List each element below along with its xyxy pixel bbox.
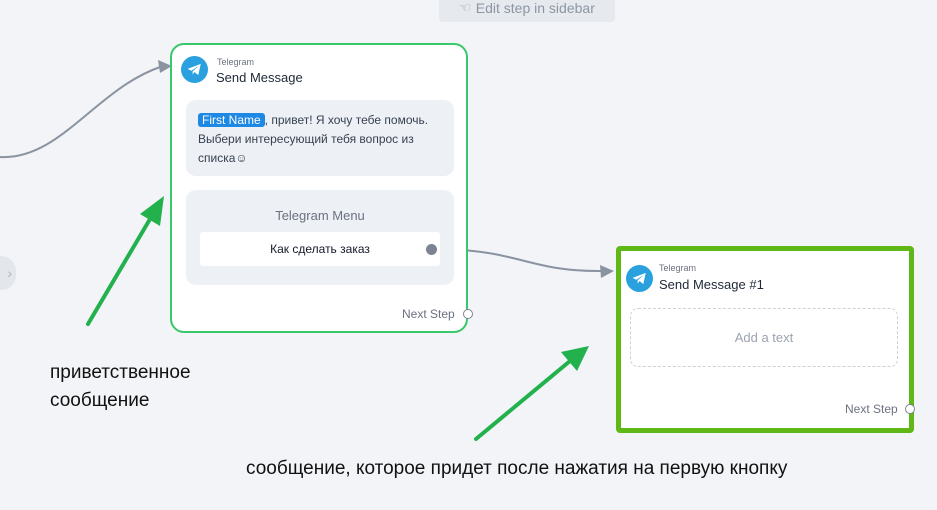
annotation-arrow-2 — [474, 346, 589, 441]
caption-line: сообщение — [50, 390, 150, 411]
annotation-caption-welcome: приветственное сообщение — [50, 359, 191, 415]
annotation-arrows — [86, 196, 589, 441]
annotation-caption-next-message: сообщение, которое придет после нажатия … — [246, 458, 788, 479]
caption-line: приветственное — [50, 362, 191, 383]
annotation-arrow-1 — [86, 196, 164, 326]
